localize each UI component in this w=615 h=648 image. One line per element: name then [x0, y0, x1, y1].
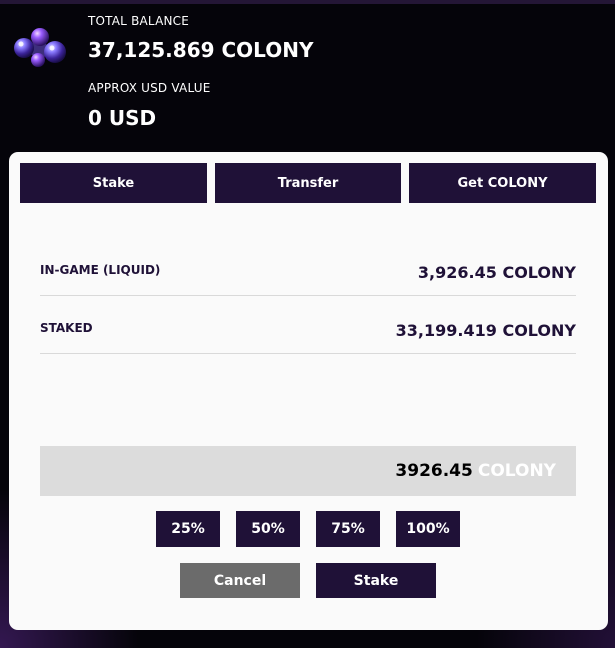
- tab-transfer[interactable]: Transfer: [215, 163, 401, 203]
- staked-value: 33,199.419 COLONY: [395, 321, 576, 340]
- percent-100-button[interactable]: 100%: [396, 511, 460, 547]
- tab-get-colony[interactable]: Get COLONY: [409, 163, 596, 203]
- row-divider: [40, 295, 576, 296]
- in-game-liquid-value: 3,926.45 COLONY: [417, 263, 576, 282]
- stake-amount-unit: COLONY: [477, 461, 556, 481]
- staked-label: STAKED: [40, 321, 93, 335]
- percent-75-button[interactable]: 75%: [316, 511, 380, 547]
- total-balance-label: TOTAL BALANCE: [88, 14, 190, 28]
- row-divider: [40, 353, 576, 354]
- usd-value: 0 USD: [88, 106, 157, 130]
- top-accent-bar: [0, 0, 615, 4]
- stake-amount-value: 3926.45: [395, 461, 473, 481]
- stake-button[interactable]: Stake: [316, 563, 436, 598]
- usd-value-label: APPROX USD VALUE: [88, 81, 211, 95]
- cancel-button[interactable]: Cancel: [180, 563, 300, 598]
- total-balance-value: 37,125.869 COLONY: [88, 38, 314, 62]
- stake-amount-input[interactable]: 3926.45 COLONY: [40, 446, 576, 496]
- tab-stake[interactable]: Stake: [20, 163, 207, 203]
- percent-50-button[interactable]: 50%: [236, 511, 300, 547]
- in-game-liquid-label: IN-GAME (LIQUID): [40, 263, 161, 277]
- wallet-card: Stake Transfer Get COLONY IN-GAME (LIQUI…: [9, 152, 608, 630]
- percent-25-button[interactable]: 25%: [156, 511, 220, 547]
- colony-token-icon: [10, 18, 72, 70]
